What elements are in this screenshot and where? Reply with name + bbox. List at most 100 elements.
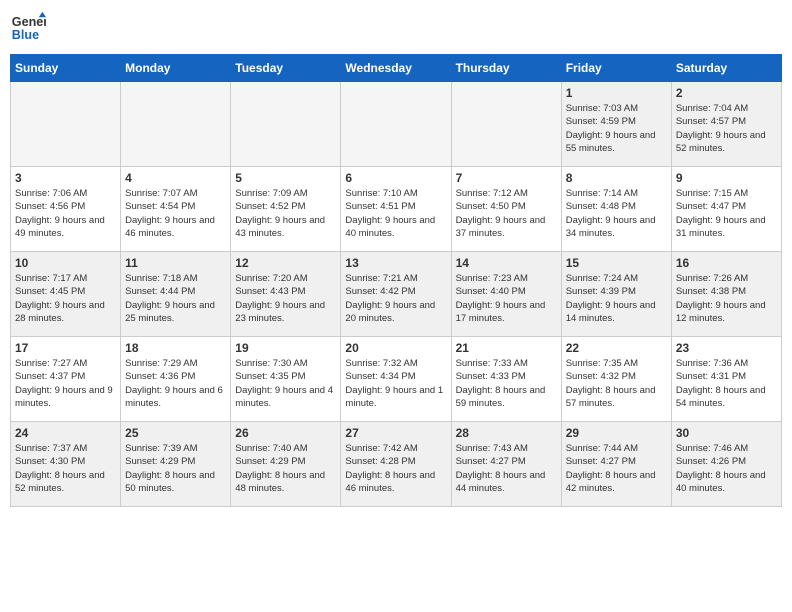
day-info: Sunrise: 7:46 AM Sunset: 4:26 PM Dayligh… [676, 442, 777, 495]
weekday-header: Tuesday [231, 55, 341, 82]
day-number: 13 [345, 256, 446, 270]
day-info: Sunrise: 7:40 AM Sunset: 4:29 PM Dayligh… [235, 442, 336, 495]
day-number: 23 [676, 341, 777, 355]
day-number: 15 [566, 256, 667, 270]
calendar-cell: 18 Sunrise: 7:29 AM Sunset: 4:36 PM Dayli… [121, 337, 231, 422]
day-info: Sunrise: 7:18 AM Sunset: 4:44 PM Dayligh… [125, 272, 226, 325]
day-number: 19 [235, 341, 336, 355]
calendar-week-row: 24Sunrise: 7:37 AM Sunset: 4:30 PM Dayli… [11, 422, 782, 507]
calendar-cell: 13 Sunrise: 7:21 AM Sunset: 4:42 PM Dayli… [341, 252, 451, 337]
day-info: Sunrise: 7:10 AM Sunset: 4:51 PM Dayligh… [345, 187, 446, 240]
calendar-week-row: 1 Sunrise: 7:03 AM Sunset: 4:59 PM Daylig… [11, 82, 782, 167]
logo: General Blue [10, 10, 46, 46]
calendar-cell: 5 Sunrise: 7:09 AM Sunset: 4:52 PM Daylig… [231, 167, 341, 252]
day-number: 17 [15, 341, 116, 355]
calendar-cell: 16Sunrise: 7:26 AM Sunset: 4:38 PM Dayli… [671, 252, 781, 337]
calendar-cell: 19 Sunrise: 7:30 AM Sunset: 4:35 PM Dayli… [231, 337, 341, 422]
weekday-header: Sunday [11, 55, 121, 82]
calendar-cell: 20 Sunrise: 7:32 AM Sunset: 4:34 PM Dayli… [341, 337, 451, 422]
calendar-cell: 3Sunrise: 7:06 AM Sunset: 4:56 PM Daylig… [11, 167, 121, 252]
calendar-cell: 28 Sunrise: 7:43 AM Sunset: 4:27 PM Dayli… [451, 422, 561, 507]
calendar-cell: 10 Sunrise: 7:17 AM Sunset: 4:45 PM Dayli… [11, 252, 121, 337]
day-number: 9 [676, 171, 777, 185]
day-number: 5 [235, 171, 336, 185]
day-info: Sunrise: 7:21 AM Sunset: 4:42 PM Dayligh… [345, 272, 446, 325]
day-number: 24 [15, 426, 116, 440]
weekday-header: Friday [561, 55, 671, 82]
day-number: 11 [125, 256, 226, 270]
calendar-cell: 4Sunrise: 7:07 AM Sunset: 4:54 PM Daylig… [121, 167, 231, 252]
day-info: Sunrise: 7:43 AM Sunset: 4:27 PM Dayligh… [456, 442, 557, 495]
calendar-week-row: 10 Sunrise: 7:17 AM Sunset: 4:45 PM Dayli… [11, 252, 782, 337]
day-number: 21 [456, 341, 557, 355]
weekday-header: Monday [121, 55, 231, 82]
day-info: Sunrise: 7:04 AM Sunset: 4:57 PM Dayligh… [676, 102, 777, 155]
calendar-cell: 29 Sunrise: 7:44 AM Sunset: 4:27 PM Dayli… [561, 422, 671, 507]
day-number: 27 [345, 426, 446, 440]
calendar-week-row: 3Sunrise: 7:06 AM Sunset: 4:56 PM Daylig… [11, 167, 782, 252]
day-info: Sunrise: 7:20 AM Sunset: 4:43 PM Dayligh… [235, 272, 336, 325]
day-info: Sunrise: 7:15 AM Sunset: 4:47 PM Dayligh… [676, 187, 777, 240]
calendar-week-row: 17 Sunrise: 7:27 AM Sunset: 4:37 PM Dayli… [11, 337, 782, 422]
day-info: Sunrise: 7:32 AM Sunset: 4:34 PM Dayligh… [345, 357, 446, 410]
day-info: Sunrise: 7:39 AM Sunset: 4:29 PM Dayligh… [125, 442, 226, 495]
day-info: Sunrise: 7:44 AM Sunset: 4:27 PM Dayligh… [566, 442, 667, 495]
day-info: Sunrise: 7:35 AM Sunset: 4:32 PM Dayligh… [566, 357, 667, 410]
weekday-header: Saturday [671, 55, 781, 82]
day-number: 4 [125, 171, 226, 185]
day-info: Sunrise: 7:09 AM Sunset: 4:52 PM Dayligh… [235, 187, 336, 240]
day-info: Sunrise: 7:30 AM Sunset: 4:35 PM Dayligh… [235, 357, 336, 410]
day-number: 14 [456, 256, 557, 270]
day-number: 20 [345, 341, 446, 355]
calendar-cell: 12 Sunrise: 7:20 AM Sunset: 4:43 PM Dayli… [231, 252, 341, 337]
day-info: Sunrise: 7:27 AM Sunset: 4:37 PM Dayligh… [15, 357, 116, 410]
calendar-table: SundayMondayTuesdayWednesdayThursdayFrid… [10, 54, 782, 507]
calendar-cell [341, 82, 451, 167]
calendar-cell [11, 82, 121, 167]
day-number: 12 [235, 256, 336, 270]
day-number: 29 [566, 426, 667, 440]
calendar-cell: 23Sunrise: 7:36 AM Sunset: 4:31 PM Dayli… [671, 337, 781, 422]
calendar-cell: 1 Sunrise: 7:03 AM Sunset: 4:59 PM Daylig… [561, 82, 671, 167]
day-info: Sunrise: 7:12 AM Sunset: 4:50 PM Dayligh… [456, 187, 557, 240]
day-info: Sunrise: 7:24 AM Sunset: 4:39 PM Dayligh… [566, 272, 667, 325]
calendar-cell: 30 Sunrise: 7:46 AM Sunset: 4:26 PM Dayli… [671, 422, 781, 507]
day-number: 3 [15, 171, 116, 185]
calendar-cell: 27 Sunrise: 7:42 AM Sunset: 4:28 PM Dayli… [341, 422, 451, 507]
day-info: Sunrise: 7:17 AM Sunset: 4:45 PM Dayligh… [15, 272, 116, 325]
day-number: 8 [566, 171, 667, 185]
day-number: 22 [566, 341, 667, 355]
day-number: 10 [15, 256, 116, 270]
calendar-cell: 9 Sunrise: 7:15 AM Sunset: 4:47 PM Daylig… [671, 167, 781, 252]
calendar-cell: 2 Sunrise: 7:04 AM Sunset: 4:57 PM Daylig… [671, 82, 781, 167]
day-number: 18 [125, 341, 226, 355]
calendar-cell [121, 82, 231, 167]
calendar-cell [231, 82, 341, 167]
calendar-cell [451, 82, 561, 167]
logo-icon: General Blue [10, 10, 46, 46]
day-info: Sunrise: 7:42 AM Sunset: 4:28 PM Dayligh… [345, 442, 446, 495]
day-info: Sunrise: 7:14 AM Sunset: 4:48 PM Dayligh… [566, 187, 667, 240]
weekday-header: Wednesday [341, 55, 451, 82]
calendar-cell: 22 Sunrise: 7:35 AM Sunset: 4:32 PM Dayli… [561, 337, 671, 422]
day-number: 16 [676, 256, 777, 270]
calendar-cell: 14Sunrise: 7:23 AM Sunset: 4:40 PM Dayli… [451, 252, 561, 337]
calendar-cell: 11 Sunrise: 7:18 AM Sunset: 4:44 PM Dayli… [121, 252, 231, 337]
day-number: 28 [456, 426, 557, 440]
calendar-cell: 21 Sunrise: 7:33 AM Sunset: 4:33 PM Dayli… [451, 337, 561, 422]
calendar-cell: 24Sunrise: 7:37 AM Sunset: 4:30 PM Dayli… [11, 422, 121, 507]
day-info: Sunrise: 7:03 AM Sunset: 4:59 PM Dayligh… [566, 102, 667, 155]
weekday-header: Thursday [451, 55, 561, 82]
day-number: 6 [345, 171, 446, 185]
calendar-cell: 26Sunrise: 7:40 AM Sunset: 4:29 PM Dayli… [231, 422, 341, 507]
header: General Blue [10, 10, 782, 46]
day-number: 25 [125, 426, 226, 440]
calendar-header-row: SundayMondayTuesdayWednesdayThursdayFrid… [11, 55, 782, 82]
day-info: Sunrise: 7:33 AM Sunset: 4:33 PM Dayligh… [456, 357, 557, 410]
calendar-cell: 25 Sunrise: 7:39 AM Sunset: 4:29 PM Dayli… [121, 422, 231, 507]
day-number: 30 [676, 426, 777, 440]
calendar-cell: 15 Sunrise: 7:24 AM Sunset: 4:39 PM Dayli… [561, 252, 671, 337]
day-info: Sunrise: 7:29 AM Sunset: 4:36 PM Dayligh… [125, 357, 226, 410]
day-number: 2 [676, 86, 777, 100]
day-number: 1 [566, 86, 667, 100]
